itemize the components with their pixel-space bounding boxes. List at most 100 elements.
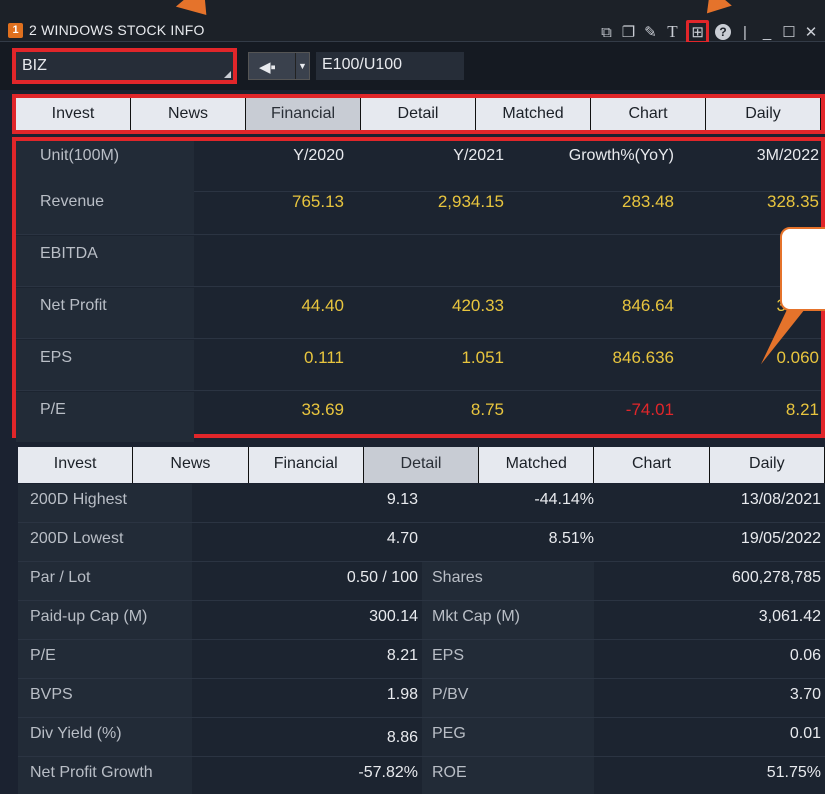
- tab-invest[interactable]: Invest: [16, 98, 131, 130]
- text-icon[interactable]: T: [664, 22, 680, 42]
- row-label: Revenue: [16, 184, 194, 234]
- help-icon[interactable]: ?: [715, 24, 731, 40]
- tab-news[interactable]: News: [133, 447, 249, 483]
- tabs-top: Invest News Financial Detail Matched Cha…: [12, 94, 825, 134]
- table-row: Revenue 765.13 2,934.15 283.48 328.35: [16, 184, 821, 235]
- pin-icon[interactable]: ✎: [642, 23, 658, 41]
- row-label: PEG: [422, 718, 594, 756]
- row-label: EPS: [422, 640, 594, 678]
- table-row: 200D Lowest 4.70 8.51% 19/05/2022: [18, 523, 825, 562]
- cell-value: 765.13: [292, 192, 344, 211]
- cell-value: 846.636: [612, 348, 674, 367]
- row-label: P/BV: [422, 679, 594, 717]
- cell-value: 8.86: [386, 729, 418, 746]
- speaker-button[interactable]: ◀▪ ▼: [248, 52, 310, 80]
- row-label: 200D Highest: [18, 484, 192, 522]
- cell-value: 0.01: [789, 725, 821, 742]
- tab-detail[interactable]: Detail: [361, 98, 476, 130]
- table-row: Div Yield (%) 8.86 PEG 0.01: [18, 718, 825, 757]
- row-label: P/E: [18, 640, 192, 678]
- lowest-pct: 8.51%: [548, 530, 594, 547]
- cell-value: 1.98: [386, 686, 418, 703]
- cell-value: 300.14: [369, 608, 418, 625]
- row-label: ROE: [422, 757, 594, 794]
- cell-value: 420.33: [452, 296, 504, 315]
- table-row: Paid-up Cap (M) 300.14 Mkt Cap (M) 3,061…: [18, 601, 825, 640]
- symbol-input[interactable]: BIZ: [12, 48, 237, 84]
- tab-financial[interactable]: Financial: [246, 98, 361, 130]
- lowest-date: 19/05/2022: [740, 530, 821, 547]
- row-label: EPS: [16, 340, 194, 390]
- grid-icon[interactable]: ⊞: [686, 20, 709, 44]
- tab-chart[interactable]: Chart: [594, 447, 710, 483]
- table-row: 200D Highest 9.13 -44.14% 13/08/2021: [18, 484, 825, 523]
- cell-value: 8.21: [386, 647, 418, 664]
- financial-table: Unit(100M) Y/2020 Y/2021 Growth%(YoY) 3M…: [12, 137, 825, 442]
- lowest-price: 4.70: [386, 530, 418, 547]
- cell-value: 44.40: [301, 296, 344, 315]
- cell-value: 600,278,785: [732, 569, 821, 586]
- table-row: P/E 8.21 EPS 0.06: [18, 640, 825, 679]
- row-label: Shares: [422, 562, 594, 600]
- tab-detail[interactable]: Detail: [363, 447, 480, 483]
- cell-value: -57.82%: [358, 764, 418, 781]
- row-label: Net Profit Growth: [18, 757, 192, 794]
- row-label: EBITDA: [16, 236, 194, 286]
- cell-value: 2,934.15: [437, 192, 504, 211]
- window-number-badge: 1: [8, 23, 23, 38]
- tab-matched[interactable]: Matched: [476, 98, 591, 130]
- cell-value: 0.06: [789, 647, 821, 664]
- window-title: 2 WINDOWS STOCK INFO: [29, 22, 205, 38]
- resize-corner-icon: [224, 71, 231, 78]
- cell-value: 8.75: [470, 400, 504, 419]
- table-row: P/E 33.69 8.75 -74.01 8.21: [16, 392, 821, 443]
- chevron-down-icon[interactable]: ▼: [295, 53, 309, 79]
- tab-matched[interactable]: Matched: [479, 447, 595, 483]
- table-row: Net Profit 44.40 420.33 846.64 34.19: [16, 288, 821, 339]
- cell-value: 1.051: [461, 348, 504, 367]
- tab-news[interactable]: News: [131, 98, 246, 130]
- separator-icon: |: [743, 23, 747, 41]
- cell-value: 8.21: [785, 400, 819, 419]
- highest-date: 13/08/2021: [740, 491, 821, 508]
- cell-value: 0.111: [303, 348, 344, 367]
- popout-icon[interactable]: ⧉: [598, 24, 614, 41]
- row-label: Par / Lot: [18, 562, 192, 600]
- tab-daily[interactable]: Daily: [709, 447, 825, 483]
- toolbar: BIZ ◀▪ ▼ E100/U100: [0, 42, 825, 90]
- table-row: Net Profit Growth -57.82% ROE 51.75%: [18, 757, 825, 794]
- tab-daily[interactable]: Daily: [706, 98, 821, 130]
- cell-value: 51.75%: [766, 764, 821, 781]
- cell-value: 0.50 / 100: [346, 569, 418, 586]
- board-label: E100/U100: [316, 52, 464, 80]
- close-icon[interactable]: ✕: [803, 23, 819, 41]
- tab-financial[interactable]: Financial: [248, 447, 364, 483]
- window-controls: ⧉ ❐ ✎ T ⊞ ? | _ ☐ ✕: [598, 20, 819, 44]
- cell-value: 283.48: [622, 192, 674, 211]
- row-label: P/E: [16, 392, 194, 442]
- cell-value: -74.01: [625, 400, 674, 419]
- minimize-icon[interactable]: _: [759, 24, 775, 41]
- row-label: BVPS: [18, 679, 192, 717]
- cell-value: 0.060: [776, 348, 819, 367]
- cell-value: 3,061.42: [758, 608, 821, 625]
- table-row: EBITDA: [16, 236, 821, 287]
- symbol-value: BIZ: [22, 57, 47, 74]
- table-row: BVPS 1.98 P/BV 3.70: [18, 679, 825, 718]
- table-row: EPS 0.111 1.051 846.636 0.060: [16, 340, 821, 391]
- speaker-icon: ◀▪: [259, 59, 276, 76]
- row-label: 200D Lowest: [18, 523, 192, 561]
- copy-icon[interactable]: ❐: [620, 23, 636, 41]
- cell-value: 33.69: [301, 400, 344, 419]
- tab-invest[interactable]: Invest: [18, 447, 134, 483]
- highest-price: 9.13: [386, 491, 418, 508]
- row-label: Mkt Cap (M): [422, 601, 594, 639]
- cell-value: 846.64: [622, 296, 674, 315]
- table-row: Par / Lot 0.50 / 100 Shares 600,278,785: [18, 562, 825, 601]
- detail-table: 200D Highest 9.13 -44.14% 13/08/2021 200…: [18, 484, 825, 794]
- row-label: Paid-up Cap (M): [18, 601, 192, 639]
- tab-chart[interactable]: Chart: [591, 98, 706, 130]
- row-label: Net Profit: [16, 288, 194, 338]
- callout-bubble: [780, 227, 825, 311]
- maximize-icon[interactable]: ☐: [781, 23, 797, 41]
